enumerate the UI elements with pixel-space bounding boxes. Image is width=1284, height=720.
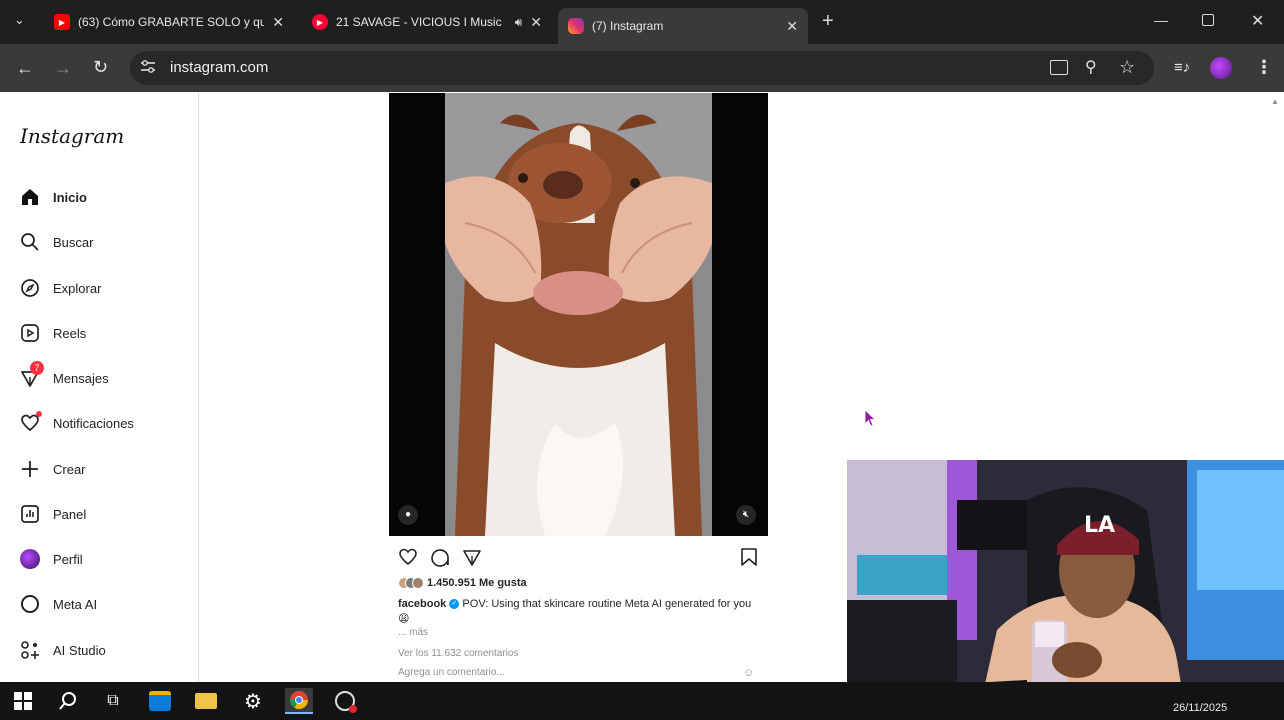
user-tag-icon[interactable]: ●: [398, 505, 418, 525]
nav-item-buscar[interactable]: Buscar: [18, 229, 93, 255]
site-settings-icon[interactable]: [140, 60, 156, 74]
dog-image: [445, 93, 712, 536]
nav-label: Perfil: [53, 551, 83, 567]
share-icon[interactable]: [462, 547, 482, 572]
mouse-cursor: [864, 409, 877, 432]
instagram-icon: [568, 18, 584, 34]
search-icon[interactable]: [54, 688, 82, 714]
nav-item-panel[interactable]: Panel: [18, 501, 86, 527]
notification-dot: [36, 411, 42, 417]
like-icon[interactable]: [398, 547, 418, 572]
forward-icon[interactable]: →: [54, 58, 72, 78]
nav-label: Explorar: [53, 280, 102, 296]
system-clock-date[interactable]: 26/11/2025: [1173, 702, 1227, 714]
likes-avatars: [398, 577, 424, 589]
compass-icon: [18, 276, 42, 300]
tab-search-button[interactable]: ⌄: [14, 12, 25, 28]
tab-title: 21 SAVAGE - VICIOUS I Music: [336, 15, 502, 29]
nav-item-reels[interactable]: Reels: [18, 320, 86, 346]
window-close-icon[interactable]: ✕: [1251, 11, 1264, 31]
ai-studio-icon: [18, 638, 42, 662]
heart-icon: [18, 411, 42, 435]
svg-text:LA: LA: [1084, 513, 1115, 538]
avatar-icon: [18, 547, 42, 571]
likes-count[interactable]: 1.450.951 Me gusta: [427, 577, 527, 589]
tab-instagram[interactable]: (7) Instagram ✕: [558, 8, 808, 44]
install-app-icon[interactable]: [1050, 60, 1068, 75]
emoji-picker-icon[interactable]: ☺: [743, 667, 754, 679]
close-icon[interactable]: ✕: [530, 14, 542, 31]
save-icon[interactable]: [740, 547, 758, 572]
post-caption: POV: Using that skincare routine Meta AI…: [462, 598, 752, 610]
meta-ai-icon: [18, 592, 42, 616]
task-view-icon[interactable]: ⧉: [99, 688, 127, 714]
nav-label: Meta AI: [53, 596, 98, 612]
search-icon: [18, 230, 42, 254]
add-comment-input[interactable]: Agrega un comentario...: [398, 667, 505, 678]
settings-icon[interactable]: ⚙: [239, 688, 267, 714]
streamer-image: LA: [847, 460, 1284, 720]
nav-item-perfil[interactable]: Perfil: [18, 546, 83, 572]
reload-icon[interactable]: ↻: [93, 57, 108, 77]
restore-icon[interactable]: [1202, 14, 1214, 26]
tab-title: (63) Cómo GRABARTE SOLO y que: [78, 15, 265, 29]
tab-youtube-music[interactable]: ▶ 21 SAVAGE - VICIOUS I Music 🔊︎ ✕: [302, 8, 552, 36]
comment-icon[interactable]: [430, 547, 450, 572]
video-frame[interactable]: [445, 93, 712, 536]
webcam-overlay: LA: [847, 460, 1284, 720]
file-explorer-icon[interactable]: [192, 688, 220, 714]
new-tab-button[interactable]: +: [822, 10, 834, 33]
chrome-icon[interactable]: [285, 688, 313, 714]
post-caption-line: facebook ✓ POV: Using that skincare rout…: [398, 598, 768, 610]
post-author[interactable]: facebook: [398, 598, 446, 610]
nav-label: Mensajes: [53, 370, 109, 386]
scrollbar-up-arrow[interactable]: ▲: [1271, 97, 1279, 106]
plus-icon: [18, 457, 42, 481]
obs-icon[interactable]: [331, 688, 359, 714]
close-icon[interactable]: ✕: [272, 14, 284, 31]
zoom-icon[interactable]: ⚲: [1085, 58, 1097, 78]
profile-avatar[interactable]: [1210, 57, 1232, 79]
nav-item-notificaciones[interactable]: Notificaciones: [18, 410, 134, 436]
nav-item-meta-ai[interactable]: Meta AI: [18, 591, 97, 617]
nav-item-mensajes[interactable]: 7 Mensajes: [18, 361, 109, 391]
url-text[interactable]: instagram.com: [170, 59, 268, 76]
more-link[interactable]: ... más: [398, 627, 428, 638]
tab-youtube[interactable]: ▶ (63) Cómo GRABARTE SOLO y que ✕: [44, 8, 294, 36]
nav-label: AI Studio: [53, 642, 106, 658]
nav-item-inicio[interactable]: Inicio: [18, 184, 87, 210]
verified-badge-icon: ✓: [449, 599, 460, 610]
nav-label: Crear: [53, 461, 86, 477]
minimize-icon[interactable]: —: [1154, 12, 1168, 28]
notification-badge: 7: [30, 361, 44, 375]
nav-item-explorar[interactable]: Explorar: [18, 275, 101, 301]
address-bar[interactable]: [130, 51, 1154, 85]
media-controls-icon[interactable]: ≡♪: [1174, 58, 1190, 78]
tab-title: (7) Instagram: [592, 19, 664, 33]
speaker-icon[interactable]: 🔊︎: [515, 15, 523, 30]
youtube-icon: ▶: [54, 14, 70, 30]
home-icon: [18, 185, 42, 209]
back-icon[interactable]: ←: [16, 58, 34, 78]
close-icon[interactable]: ✕: [786, 18, 798, 35]
caption-emoji: 😩: [398, 613, 410, 625]
nav-label: Buscar: [53, 234, 94, 250]
nav-label: Panel: [53, 506, 87, 522]
bookmark-star-icon[interactable]: ☆: [1119, 57, 1135, 77]
nav-label: Inicio: [53, 189, 87, 205]
nav-label: Reels: [53, 325, 87, 341]
reels-icon: [18, 321, 42, 345]
messenger-icon: 7: [18, 361, 44, 390]
nav-item-crear[interactable]: Crear: [18, 456, 86, 482]
nav-item-ai-studio[interactable]: AI Studio: [18, 637, 106, 663]
windows-start-icon[interactable]: [9, 688, 37, 714]
youtube-music-icon: ▶: [312, 14, 328, 30]
store-icon[interactable]: [146, 688, 174, 714]
nav-label: Notificaciones: [53, 415, 134, 431]
menu-icon[interactable]: ⋮: [1255, 57, 1273, 77]
chart-icon: [18, 502, 42, 526]
view-comments-link[interactable]: Ver los 11.632 comentarios: [398, 648, 518, 659]
instagram-logo[interactable]: Instagram: [20, 124, 124, 148]
mute-icon[interactable]: 🔇︎: [736, 505, 756, 525]
